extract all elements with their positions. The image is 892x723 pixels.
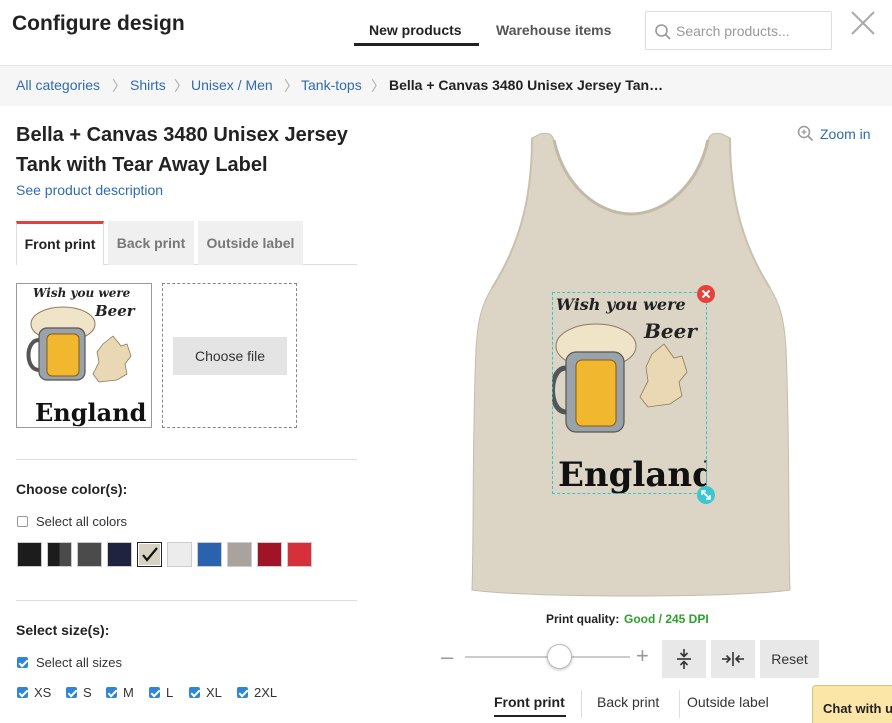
color-swatch-oatmeal[interactable] [137, 542, 162, 567]
file-dropzone[interactable]: Choose file [162, 283, 297, 428]
svg-text:Beer: Beer [94, 302, 136, 320]
size-label: XL [206, 685, 222, 700]
resize-design-icon[interactable] [696, 485, 716, 505]
zoom-in-label: Zoom in [820, 125, 871, 142]
bottom-tab-front-print[interactable]: Front print [494, 694, 565, 710]
page-title: Configure design [12, 12, 185, 35]
color-swatch-dark-grey[interactable] [77, 542, 102, 567]
tab-divider [679, 690, 680, 718]
breadcrumb-shirts[interactable]: Shirts [130, 77, 166, 93]
color-swatch-athletic-heather[interactable] [227, 542, 252, 567]
align-vertical-center-icon [677, 649, 691, 669]
tab-front-print[interactable]: Front print [16, 221, 104, 265]
center-vertical-button[interactable] [662, 640, 706, 678]
select-all-colors-label: Select all colors [36, 514, 128, 529]
size-xs-checkbox[interactable] [17, 687, 28, 698]
search-icon [655, 24, 671, 40]
color-swatch-cardinal[interactable] [257, 542, 282, 567]
select-all-colors[interactable]: Select all colors [17, 514, 127, 529]
size-xs[interactable]: XS [17, 685, 51, 700]
center-horizontal-button[interactable] [711, 640, 755, 678]
bottom-tab-underline [494, 715, 566, 717]
print-tabs: Front print Back print Outside label [16, 221, 357, 265]
color-swatch-navy[interactable] [107, 542, 132, 567]
search-input[interactable] [676, 20, 826, 42]
beer-design-image: Wish you were Beer England [26, 286, 147, 427]
selected-check-icon [142, 547, 158, 562]
zoom-in-button[interactable]: Zoom in [797, 125, 871, 142]
align-horizontal-center-icon [722, 652, 744, 666]
zoom-in-icon [797, 125, 814, 142]
tab-warehouse-items[interactable]: Warehouse items [496, 22, 611, 38]
print-quality-label: Print quality: [546, 612, 620, 626]
size-l[interactable]: L [149, 685, 173, 700]
color-swatch-black[interactable] [17, 542, 42, 567]
size-label: S [83, 685, 92, 700]
size-xl-checkbox[interactable] [189, 687, 200, 698]
breadcrumb-current: Bella + Canvas 3480 Unisex Jersey Tan… [389, 77, 664, 93]
size-label: XS [34, 685, 52, 700]
tab-divider [581, 690, 582, 718]
size-label: M [123, 685, 134, 700]
size-s[interactable]: S [66, 685, 92, 700]
svg-text:England: England [35, 398, 147, 427]
section-divider [16, 600, 357, 601]
breadcrumb-separator: 〉 [284, 78, 298, 94]
breadcrumb: All categories 〉 Shirts 〉 Unisex / Men 〉… [0, 66, 892, 106]
size-2xl-checkbox[interactable] [237, 687, 248, 698]
product-title: Bella + Canvas 3480 Unisex Jersey Tank w… [16, 124, 348, 176]
print-area-bounds [552, 292, 707, 494]
active-tab-underline [354, 43, 479, 46]
bottom-tab-outside-label[interactable]: Outside label [687, 694, 769, 710]
breadcrumb-separator: 〉 [371, 78, 385, 94]
tab-back-print[interactable]: Back print [108, 221, 194, 265]
tab-outside-label[interactable]: Outside label [198, 221, 303, 265]
breadcrumb-tank-tops[interactable]: Tank-tops [301, 77, 362, 93]
size-label: 2XL [254, 685, 278, 700]
remove-design-icon[interactable] [696, 284, 716, 304]
colors-heading: Choose color(s): [16, 481, 128, 497]
select-all-colors-checkbox[interactable] [17, 516, 28, 527]
size-2xl[interactable]: 2XL [237, 685, 277, 700]
design-thumbnail[interactable]: Wish you were Beer England [16, 283, 152, 428]
select-all-sizes-label: Select all sizes [36, 655, 122, 670]
size-label: L [166, 685, 174, 700]
breadcrumb-separator: 〉 [174, 78, 188, 94]
breadcrumb-separator: 〉 [112, 78, 126, 94]
section-divider [16, 459, 357, 460]
reset-button[interactable]: Reset [760, 640, 819, 678]
sizes-heading: Select size(s): [16, 622, 110, 638]
size-m[interactable]: M [106, 685, 134, 700]
size-s-checkbox[interactable] [66, 687, 77, 698]
product-description-link[interactable]: See product description [16, 182, 163, 198]
chat-widget-button[interactable]: Chat with us [812, 685, 892, 723]
color-swatch-red[interactable] [287, 542, 312, 567]
scale-increase-button[interactable]: + [636, 643, 649, 669]
color-swatch-black-heather[interactable] [47, 542, 72, 567]
tab-new-products[interactable]: New products [369, 22, 462, 38]
choose-file-button[interactable]: Choose file [173, 337, 287, 375]
select-all-sizes-checkbox[interactable] [17, 657, 28, 668]
breadcrumb-unisex-men[interactable]: Unisex / Men [191, 77, 273, 93]
scale-slider-handle[interactable] [547, 644, 573, 669]
color-swatch-true-royal[interactable] [197, 542, 222, 567]
print-quality-value: Good / 245 DPI [624, 612, 709, 626]
bottom-tab-back-print[interactable]: Back print [597, 694, 659, 710]
scale-decrease-button[interactable]: – [441, 644, 453, 670]
close-icon[interactable] [848, 8, 878, 38]
select-all-sizes[interactable]: Select all sizes [17, 655, 122, 670]
size-m-checkbox[interactable] [106, 687, 117, 698]
header: Configure design New products Warehouse … [0, 0, 892, 66]
size-xl[interactable]: XL [189, 685, 222, 700]
svg-text:Wish you were: Wish you were [33, 286, 131, 300]
search-box [645, 11, 832, 50]
size-l-checkbox[interactable] [149, 687, 160, 698]
color-swatch-white[interactable] [167, 542, 192, 567]
breadcrumb-all-categories[interactable]: All categories [16, 77, 100, 93]
